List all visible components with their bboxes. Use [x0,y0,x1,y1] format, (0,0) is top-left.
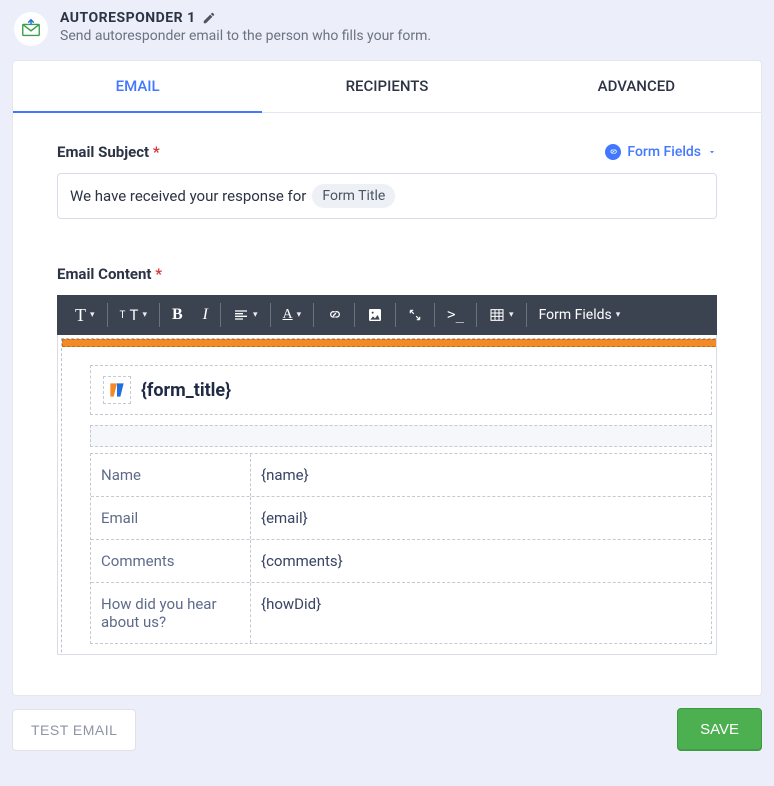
field-row: Comments {comments} [91,539,711,582]
field-row: Name {name} [91,454,711,496]
email-content-label: Email Content * [57,265,717,283]
autoresponder-mail-icon [14,12,48,46]
test-email-button[interactable]: TEST EMAIL [12,709,136,751]
form-title-placeholder: {form_title} [141,380,231,401]
email-title-row[interactable]: {form_title} [90,365,712,415]
form-logo-icon [103,376,131,404]
email-fields-table[interactable]: Name {name} Email {email} Comments {comm… [90,453,712,644]
autoresponder-header: AUTORESPONDER 1 Send autoresponder email… [0,0,774,60]
save-button[interactable]: SAVE [677,708,762,751]
image-button[interactable] [357,295,393,335]
italic-button[interactable]: I [193,295,218,335]
email-header-bar [62,339,716,347]
table-button[interactable]: ▾ [479,295,524,335]
tab-recipients[interactable]: RECIPIENTS [262,61,511,113]
form-fields-dropdown[interactable]: Form Fields [605,144,717,160]
text-color-button[interactable]: A▾ [273,295,312,335]
field-label: Email [91,497,251,539]
field-label: How did you hear about us? [91,583,251,643]
font-size-button[interactable]: TT▾ [110,295,157,335]
field-value: {name} [251,454,711,496]
email-subject-input[interactable]: We have received your response for Form … [57,173,717,219]
link-button[interactable] [316,295,352,335]
editor-toolbar: T▾ TT▾ B I ▾ A▾ [57,295,717,335]
autoresponder-description: Send autoresponder email to the person w… [60,28,760,44]
link-icon [605,144,621,160]
email-subject-label: Email Subject * [57,143,160,161]
align-button[interactable]: ▾ [223,295,268,335]
footer-buttons: TEST EMAIL SAVE [0,708,774,763]
source-code-button[interactable]: >_ [437,295,474,335]
field-value: {comments} [251,540,711,582]
field-value: {email} [251,497,711,539]
chevron-down-icon [707,147,717,157]
field-label: Name [91,454,251,496]
email-spacer [90,425,712,447]
field-value: {howDid} [251,583,711,643]
bold-button[interactable]: B [162,295,193,335]
subject-text: We have received your response for [70,187,306,205]
autoresponder-title: AUTORESPONDER 1 [60,10,196,26]
email-content-editor[interactable]: {form_title} Name {name} Email {email} [57,335,717,655]
tab-advanced[interactable]: ADVANCED [512,61,761,113]
edit-title-icon[interactable] [202,11,216,25]
toolbar-form-fields-button[interactable]: Form Fields ▾ [529,295,631,335]
field-label: Comments [91,540,251,582]
settings-panel: EMAIL RECIPIENTS ADVANCED Email Subject … [12,60,762,696]
font-family-button[interactable]: T▾ [65,295,105,335]
field-row: Email {email} [91,496,711,539]
panel-tabs: EMAIL RECIPIENTS ADVANCED [13,61,761,113]
form-fields-link-text: Form Fields [627,144,701,160]
fullscreen-button[interactable] [398,295,432,335]
subject-field-chip[interactable]: Form Title [312,184,395,208]
tab-email[interactable]: EMAIL [13,61,262,113]
field-row: How did you hear about us? {howDid} [91,582,711,643]
